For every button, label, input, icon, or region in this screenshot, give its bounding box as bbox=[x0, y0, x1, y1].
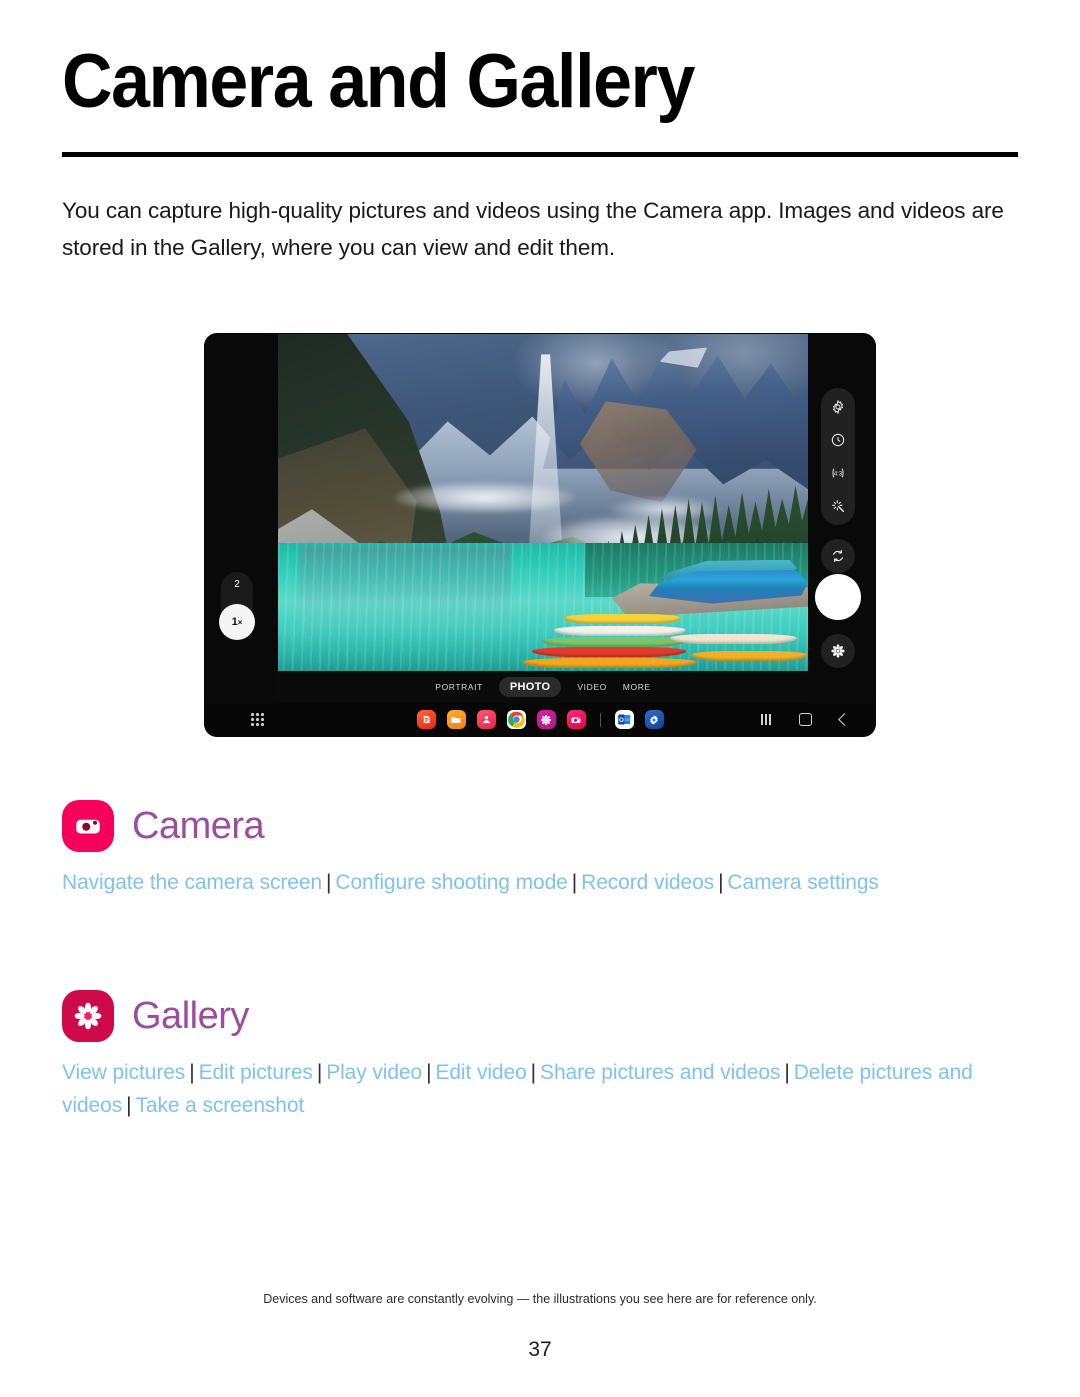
tablet-illustration: 2 1 × 4:3 PORTRAIT PHOTO VIDEO MORE O bbox=[205, 334, 875, 736]
aspect-ratio-icon[interactable]: 4:3 bbox=[830, 465, 846, 481]
chrome-icon[interactable] bbox=[506, 710, 526, 729]
navigation-bar bbox=[761, 713, 851, 726]
link-separator: | bbox=[326, 871, 332, 894]
taskbar-separator bbox=[599, 712, 601, 727]
mode-video[interactable]: VIDEO bbox=[577, 682, 606, 692]
link-separator: | bbox=[530, 1061, 537, 1084]
camera-section-header: Camera bbox=[62, 800, 1022, 852]
camera-viewfinder bbox=[278, 334, 808, 671]
gallery-links: View pictures | Edit pictures | Play video | E… bbox=[62, 1056, 1022, 1122]
my-files-icon[interactable] bbox=[446, 710, 466, 729]
mode-photo[interactable]: PHOTO bbox=[498, 677, 562, 697]
zoom-level-2[interactable]: 2 bbox=[234, 580, 240, 590]
camera-app-icon bbox=[62, 800, 114, 852]
gallery-app-icon bbox=[62, 990, 114, 1042]
zoom-suffix: × bbox=[237, 617, 243, 627]
mist bbox=[394, 482, 575, 513]
section-gallery: Gallery View pictures | Edit pictures | Play… bbox=[62, 990, 1022, 1122]
gallery-icon[interactable] bbox=[536, 710, 556, 729]
canoe bbox=[553, 625, 687, 636]
gallery-thumbnail-button[interactable] bbox=[821, 634, 855, 668]
recents-button[interactable] bbox=[761, 714, 771, 725]
canoe bbox=[691, 650, 808, 661]
gallery-section-title: Gallery bbox=[132, 994, 249, 1037]
link-edit-pictures[interactable]: Edit pictures bbox=[199, 1061, 313, 1084]
home-button[interactable] bbox=[799, 713, 812, 726]
canoe bbox=[670, 633, 798, 644]
intro-paragraph: You can capture high-quality pictures an… bbox=[62, 198, 1004, 260]
camera-icon[interactable] bbox=[566, 710, 586, 729]
camera-settings-pill: 4:3 bbox=[821, 388, 855, 525]
settings-icon[interactable] bbox=[830, 399, 846, 415]
link-separator: | bbox=[718, 871, 724, 894]
link-share-pictures-and-videos[interactable]: Share pictures and videos bbox=[540, 1061, 780, 1084]
zoom-level-active[interactable]: 1 × bbox=[219, 604, 255, 640]
effects-icon[interactable] bbox=[830, 498, 846, 514]
link-edit-video[interactable]: Edit video bbox=[435, 1061, 526, 1084]
contacts-icon[interactable] bbox=[476, 710, 496, 729]
mode-more[interactable]: MORE bbox=[623, 682, 651, 692]
settings-icon[interactable] bbox=[644, 710, 664, 729]
title-divider bbox=[62, 152, 1018, 157]
outlook-icon[interactable]: O bbox=[614, 710, 634, 729]
link-separator: | bbox=[784, 1061, 790, 1084]
link-separator: | bbox=[189, 1061, 195, 1084]
camera-mode-bar: PORTRAIT PHOTO VIDEO MORE bbox=[278, 671, 808, 703]
canoe bbox=[543, 637, 687, 648]
shutter-button[interactable] bbox=[815, 574, 861, 620]
tablet-taskbar: O bbox=[205, 703, 875, 736]
link-separator: | bbox=[316, 1061, 323, 1084]
link-configure-shooting-mode[interactable]: Configure shooting mode bbox=[335, 871, 567, 894]
mode-portrait[interactable]: PORTRAIT bbox=[435, 682, 483, 692]
switch-camera-button[interactable] bbox=[821, 539, 855, 573]
footnote: Devices and software are constantly evol… bbox=[263, 1292, 817, 1306]
page-number: 37 bbox=[528, 1338, 552, 1361]
svg-text:O: O bbox=[618, 717, 623, 724]
canoe bbox=[564, 613, 681, 624]
section-camera: Camera Navigate the camera screen | Config… bbox=[62, 800, 1022, 899]
camera-links: Navigate the camera screen | Configure sho… bbox=[62, 866, 1022, 899]
link-separator: | bbox=[571, 871, 578, 894]
gallery-section-header: Gallery bbox=[62, 990, 1022, 1042]
back-button[interactable] bbox=[838, 713, 851, 726]
link-separator: | bbox=[426, 1061, 432, 1084]
canoe bbox=[521, 657, 697, 668]
page-title: Camera and Gallery bbox=[62, 39, 695, 124]
link-view-pictures[interactable]: View pictures bbox=[62, 1061, 185, 1084]
timer-icon[interactable] bbox=[830, 432, 846, 448]
link-play-video[interactable]: Play video bbox=[326, 1061, 422, 1084]
link-take-a-screenshot[interactable]: Take a screenshot bbox=[135, 1094, 304, 1117]
svg-text:4:3: 4:3 bbox=[834, 471, 843, 477]
canoe bbox=[532, 647, 687, 658]
link-navigate-the-camera-screen[interactable]: Navigate the camera screen bbox=[62, 871, 322, 894]
samsung-notes-icon[interactable] bbox=[416, 710, 436, 729]
link-record-videos[interactable]: Record videos bbox=[581, 871, 714, 894]
link-separator: | bbox=[126, 1094, 132, 1117]
link-camera-settings[interactable]: Camera settings bbox=[727, 871, 879, 894]
camera-section-title: Camera bbox=[132, 804, 265, 847]
